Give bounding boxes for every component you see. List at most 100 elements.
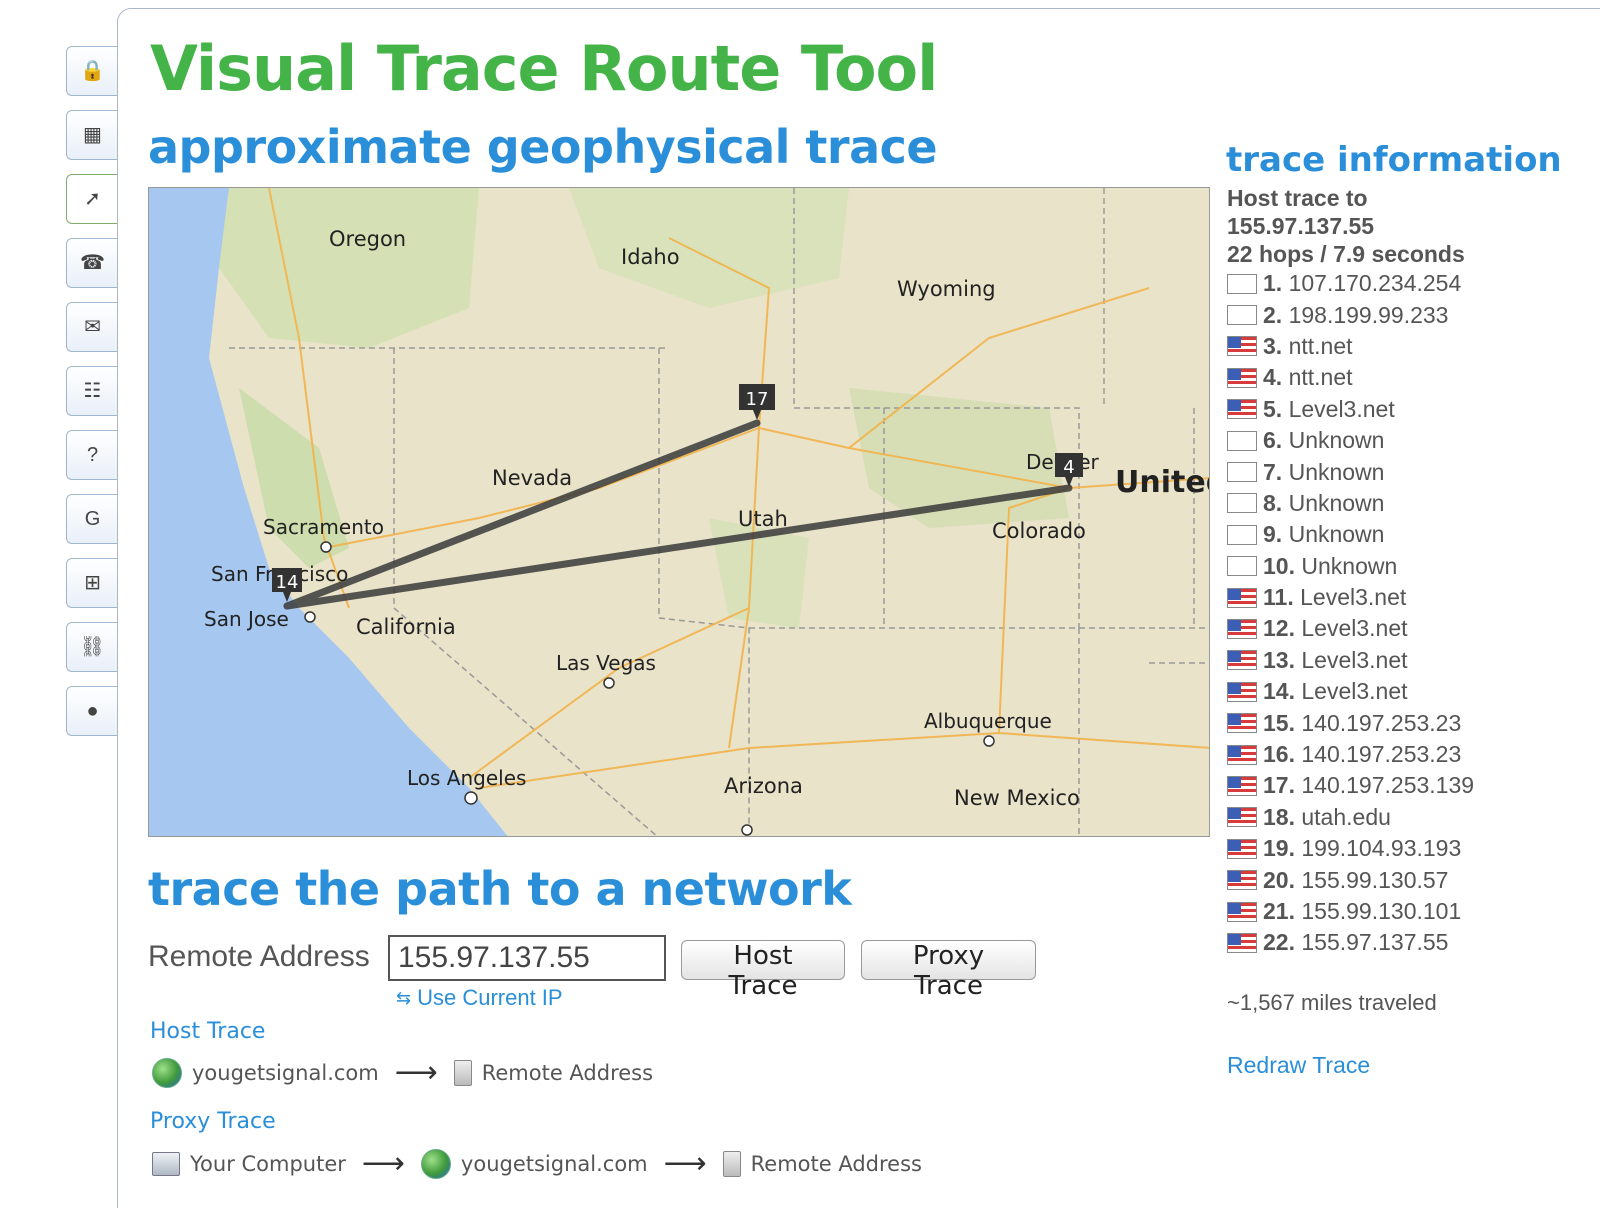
hop-item[interactable]: 6. Unknown	[1227, 425, 1474, 456]
city-label: Los Angeles	[407, 766, 526, 790]
us-flag-icon	[1227, 807, 1257, 828]
us-flag-icon	[1227, 744, 1257, 765]
marker-label: 4	[1063, 457, 1074, 478]
hop-number: 11.	[1263, 584, 1294, 611]
hop-item[interactable]: 12. Level3.net	[1227, 613, 1474, 644]
hop-marker-17[interactable]: 17	[739, 384, 775, 420]
hop-item[interactable]: 13. Level3.net	[1227, 645, 1474, 676]
redraw-trace-link[interactable]: Redraw Trace	[1227, 1052, 1370, 1079]
hop-item[interactable]: 15. 140.197.253.23	[1227, 707, 1474, 738]
hop-item[interactable]: 16. 140.197.253.23	[1227, 739, 1474, 770]
unknown-flag-icon	[1227, 430, 1257, 451]
side-toolbar: 🔒 ▦ ➚ ☎ ✉ ☷? G ⊞ ⛓ ●	[66, 46, 118, 750]
trace-map[interactable]: Oregon Idaho Wyoming Nevada Utah Colorad…	[148, 187, 1210, 837]
city-dot	[603, 677, 615, 689]
hop-item[interactable]: 14. Level3.net	[1227, 676, 1474, 707]
city-dot	[741, 824, 753, 836]
hop-item[interactable]: 2. 198.199.99.233	[1227, 299, 1474, 330]
hop-host: 155.99.130.101	[1294, 898, 1462, 924]
hop-item[interactable]: 1. 107.170.234.254	[1227, 268, 1474, 299]
hop-item[interactable]: 22. 155.97.137.55	[1227, 927, 1474, 958]
city-label: Sacramento	[263, 515, 384, 539]
country-label: United	[1115, 465, 1210, 500]
hop-host: ntt.net	[1282, 332, 1353, 359]
remote-label: Remote Address	[481, 1060, 654, 1085]
hop-host: Level3.net	[1294, 646, 1408, 673]
toolbar-button-network[interactable]: ☷	[66, 366, 118, 416]
host-trace-diagram-title: Host Trace	[150, 1019, 266, 1044]
hop-item[interactable]: 9. Unknown	[1227, 519, 1474, 550]
toolbar-button-mail[interactable]: ✉	[66, 302, 118, 352]
state-label: Utah	[738, 507, 788, 531]
hop-number: 19.	[1263, 835, 1295, 862]
remote-address-input[interactable]	[388, 935, 666, 981]
hop-host: Unknown	[1294, 552, 1398, 579]
hop-item[interactable]: 17. 140.197.253.139	[1227, 770, 1474, 801]
hop-item[interactable]: 19. 199.104.93.193	[1227, 833, 1474, 864]
state-label: Wyoming	[897, 277, 996, 301]
state-label: Arizona	[724, 774, 803, 798]
hop-item[interactable]: 21. 155.99.130.101	[1227, 896, 1474, 927]
hop-item[interactable]: 5. Level3.net	[1227, 394, 1474, 425]
hop-number: 10.	[1263, 552, 1295, 579]
marker-label: 14	[276, 572, 299, 593]
state-label: Colorado	[992, 519, 1086, 543]
hop-item[interactable]: 8. Unknown	[1227, 488, 1474, 519]
us-flag-icon	[1227, 367, 1257, 388]
host-trace-diagram: yougetsignal.com ⟶ Remote Address	[152, 1055, 653, 1090]
us-flag-icon	[1227, 775, 1257, 796]
hop-item[interactable]: 3. ntt.net	[1227, 331, 1474, 362]
hop-item[interactable]: 7. Unknown	[1227, 456, 1474, 487]
toolbar-button-lock[interactable]: 🔒	[66, 46, 118, 96]
us-flag-icon	[1227, 336, 1257, 357]
city-dot	[983, 735, 995, 747]
toolbar-button-google[interactable]: G	[66, 494, 118, 544]
toolbar-button-globe[interactable]: ●	[66, 686, 118, 736]
remote-address-label: Remote Address	[148, 940, 370, 973]
unknown-flag-icon	[1227, 273, 1257, 294]
hop-item[interactable]: 20. 155.99.130.57	[1227, 864, 1474, 895]
hop-item[interactable]: 10. Unknown	[1227, 551, 1474, 582]
server-icon	[453, 1059, 472, 1086]
hop-host: 155.99.130.57	[1294, 866, 1449, 893]
mail-icon: ✉	[84, 316, 101, 338]
trace-form-heading: trace the path to a network	[148, 862, 852, 916]
site-label: yougetsignal.com	[192, 1060, 379, 1085]
host-trace-button[interactable]: Host Trace	[681, 940, 845, 1001]
hop-number: 20.	[1263, 866, 1295, 893]
state-label: Idaho	[621, 245, 680, 269]
page-title: Visual Trace Route Tool	[150, 32, 938, 105]
hop-number: 22.	[1263, 929, 1295, 956]
city-label: Albuquerque	[924, 709, 1052, 733]
toolbar-button-help[interactable]: ?	[66, 430, 118, 480]
us-flag-icon	[1227, 681, 1257, 702]
your-computer-label: Your Computer	[190, 1151, 346, 1176]
hop-host: Level3.net	[1293, 584, 1407, 611]
unknown-flag-icon	[1227, 462, 1257, 483]
use-current-ip-link[interactable]: ⇆ Use Current IP	[396, 985, 563, 1011]
toolbar-button-link[interactable]: ⛓	[66, 622, 118, 672]
hop-item[interactable]: 11. Level3.net	[1227, 582, 1474, 613]
hop-number: 8.	[1263, 489, 1283, 516]
globe-icon	[152, 1057, 182, 1088]
network-icon: ☷	[83, 380, 102, 402]
use-current-ip-label: Use Current IP	[417, 985, 563, 1010]
city-label: Las Vegas	[556, 651, 656, 675]
arrow-right-icon: ⟶	[394, 1055, 438, 1090]
hop-host: Level3.net	[1282, 395, 1395, 422]
proxy-trace-diagram-title: Proxy Trace	[150, 1109, 276, 1134]
toolbar-button-windows[interactable]: ⊞	[66, 558, 118, 608]
state-label: Oregon	[329, 227, 406, 251]
proxy-trace-button[interactable]: Proxy Trace	[861, 940, 1036, 1001]
toolbar-button-phone[interactable]: ☎	[66, 238, 118, 288]
hop-item[interactable]: 4. ntt.net	[1227, 362, 1474, 393]
toolbar-button-map[interactable]: ▦	[66, 110, 118, 160]
refresh-arrow-icon: ⇆	[396, 987, 412, 1008]
hop-number: 15.	[1263, 709, 1295, 736]
hop-item[interactable]: 18. utah.edu	[1227, 802, 1474, 833]
toolbar-button-map-trace[interactable]: ➚	[66, 174, 118, 224]
lock-icon: 🔒	[80, 60, 105, 82]
unknown-flag-icon	[1227, 305, 1257, 326]
arrow-right-icon: ⟶	[361, 1146, 405, 1181]
summary-line: Host trace to	[1227, 185, 1368, 211]
